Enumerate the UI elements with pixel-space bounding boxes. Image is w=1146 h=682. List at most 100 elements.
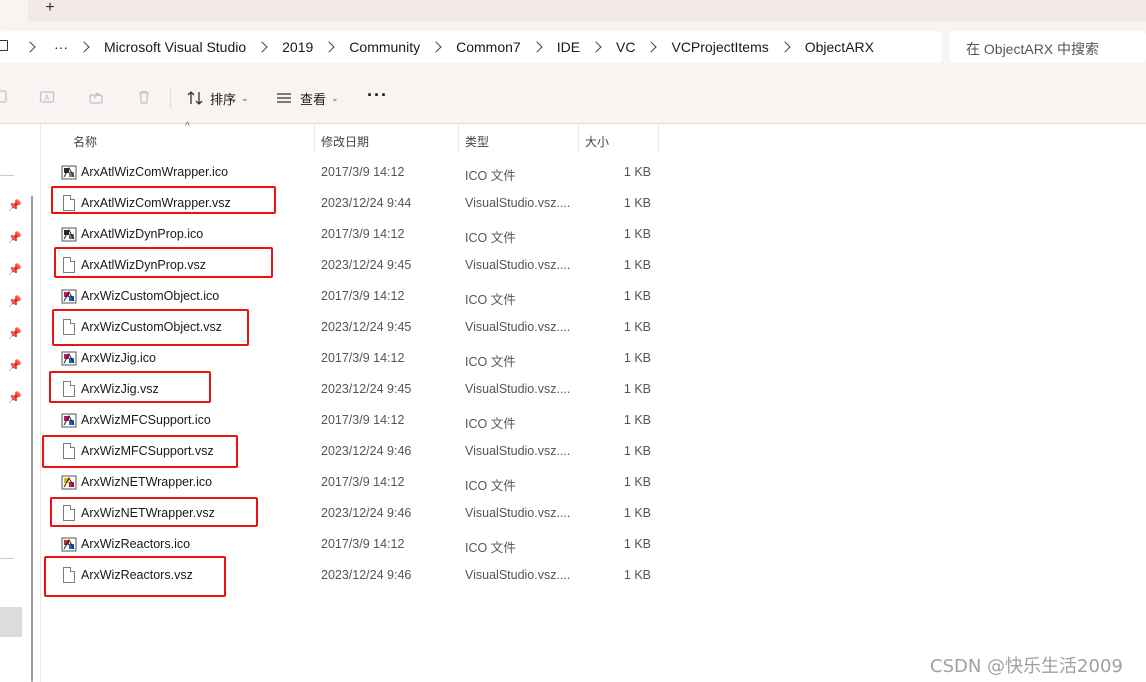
chevron-right-icon[interactable] <box>645 41 658 53</box>
navigation-pane: 📌 📌 📌 📌 📌 📌 📌 <box>0 125 32 682</box>
file-type: ICO 文件 <box>465 541 516 555</box>
watermark: CSDN @快乐生活2009 <box>930 656 1123 677</box>
svg-text:A: A <box>44 94 50 103</box>
chevron-right-icon[interactable] <box>24 41 36 53</box>
file-type: VisualStudio.vsz.... <box>465 506 571 520</box>
chevron-right-icon[interactable] <box>779 41 791 53</box>
pin-icon[interactable]: 📌 <box>8 200 22 212</box>
file-size: 1 KB <box>623 537 651 551</box>
chevron-right-icon[interactable] <box>590 41 602 53</box>
file-type: ICO 文件 <box>465 355 516 369</box>
file-name: ArxWizNETWrapper.ico <box>81 475 213 489</box>
more-options-button[interactable]: ··· <box>367 85 388 106</box>
breadcrumb-item[interactable]: Microsoft Visual Studio <box>104 39 246 55</box>
file-size: 1 KB <box>623 506 651 520</box>
breadcrumb-item[interactable]: Community <box>349 39 420 55</box>
highlight-box <box>44 556 226 597</box>
search-input[interactable]: 在 ObjectARX 中搜索 <box>950 31 1146 63</box>
chevron-right-icon[interactable] <box>531 41 543 53</box>
chevron-right-icon[interactable] <box>430 41 442 53</box>
chevron-right-icon[interactable] <box>78 41 90 53</box>
file-size: 1 KB <box>623 382 651 396</box>
file-type: ICO 文件 <box>465 231 516 245</box>
ico-file-icon <box>61 475 77 490</box>
file-size: 1 KB <box>623 196 651 210</box>
file-row[interactable]: ArxAtlWizDynProp.ico 2017/3/9 14:12 ICO 文件… <box>41 219 661 250</box>
ico-file-icon <box>61 413 77 428</box>
highlight-box <box>42 435 238 468</box>
address-bar[interactable]: ··· Microsoft Visual Studio 2019 Communi… <box>0 31 942 63</box>
active-tab[interactable] <box>0 0 28 22</box>
breadcrumb-item[interactable]: Common7 <box>456 39 521 55</box>
file-name: ArxAtlWizDynProp.ico <box>81 227 204 241</box>
tab-strip: + <box>0 0 1146 22</box>
address-row: ··· Microsoft Visual Studio 2019 Communi… <box>0 22 1146 72</box>
file-type: VisualStudio.vsz.... <box>465 444 571 458</box>
column-header-name[interactable]: 名称 <box>67 125 315 154</box>
file-row[interactable]: ArxWizCustomObject.ico 2017/3/9 14:12 ICO … <box>41 281 661 312</box>
file-row[interactable]: ArxAtlWizComWrapper.ico 2017/3/9 14:12 ICO… <box>41 157 661 188</box>
file-date: 2017/3/9 14:12 <box>321 537 405 551</box>
command-bar: A 排序 ⌄ 查看 ⌄ ··· <box>0 72 1146 124</box>
file-date: 2023/12/24 9:46 <box>321 444 412 458</box>
share-icon[interactable] <box>88 89 104 105</box>
file-date: 2017/3/9 14:12 <box>321 351 405 365</box>
rename-icon[interactable]: A <box>39 89 55 105</box>
new-tab-button[interactable]: + <box>40 0 60 20</box>
nav-divider <box>0 175 14 176</box>
file-name: ArxWizMFCSupport.ico <box>81 413 211 427</box>
file-type: ICO 文件 <box>465 417 516 431</box>
nav-scrollbar[interactable] <box>31 196 33 682</box>
chevron-right-icon[interactable] <box>323 41 335 53</box>
column-header-size[interactable]: 大小 <box>579 125 659 154</box>
breadcrumb-item-current[interactable]: ObjectARX <box>805 39 874 55</box>
pin-icon[interactable]: 📌 <box>8 296 22 308</box>
breadcrumb-item[interactable]: VCProjectItems <box>671 39 768 55</box>
file-type: VisualStudio.vsz.... <box>465 382 571 396</box>
pin-icon[interactable]: 📌 <box>8 328 22 340</box>
file-date: 2017/3/9 14:12 <box>321 475 405 489</box>
breadcrumb-item[interactable]: 2019 <box>282 39 313 55</box>
chevron-down-icon: ⌄ <box>331 92 339 103</box>
pin-icon[interactable]: 📌 <box>8 392 22 404</box>
breadcrumb: ··· Microsoft Visual Studio 2019 Communi… <box>0 31 874 63</box>
sort-button[interactable]: 排序 ⌄ <box>186 85 249 111</box>
file-row[interactable]: ArxWizNETWrapper.ico 2017/3/9 14:12 ICO 文件… <box>41 467 661 498</box>
ico-file-icon <box>61 165 77 180</box>
nav-selected-item[interactable] <box>0 607 22 637</box>
file-row[interactable]: ArxWizJig.ico 2017/3/9 14:12 ICO 文件 1 KB <box>41 343 661 374</box>
chevron-right-icon[interactable] <box>256 41 268 53</box>
pin-icon[interactable]: 📌 <box>8 232 22 244</box>
breadcrumb-overflow[interactable]: ··· <box>54 39 68 55</box>
pin-icon[interactable]: 📌 <box>8 264 22 276</box>
view-button[interactable]: 查看 ⌄ <box>275 85 339 111</box>
view-label: 查看 <box>300 91 327 107</box>
highlight-box <box>51 186 276 214</box>
file-row[interactable]: ArxWizMFCSupport.ico 2017/3/9 14:12 ICO 文件… <box>41 405 661 436</box>
file-size: 1 KB <box>623 289 651 303</box>
toolbar-divider <box>170 88 171 108</box>
file-name: ArxWizCustomObject.ico <box>81 289 220 303</box>
file-date: 2023/12/24 9:44 <box>321 196 412 210</box>
breadcrumb-item[interactable]: VC <box>616 39 635 55</box>
highlight-box <box>49 371 211 403</box>
file-date: 2023/12/24 9:45 <box>321 320 412 334</box>
file-size: 1 KB <box>623 568 651 582</box>
file-date: 2023/12/24 9:45 <box>321 382 412 396</box>
file-size: 1 KB <box>623 351 651 365</box>
file-name: ArxAtlWizComWrapper.ico <box>81 165 229 179</box>
file-type: VisualStudio.vsz.... <box>465 196 571 210</box>
pin-icon[interactable]: 📌 <box>8 360 22 372</box>
column-header-type[interactable]: 类型 <box>459 125 579 154</box>
file-type: ICO 文件 <box>465 479 516 493</box>
view-list-icon <box>277 93 291 103</box>
delete-icon[interactable] <box>136 89 152 105</box>
file-size: 1 KB <box>623 475 651 489</box>
ico-file-icon <box>61 227 77 242</box>
breadcrumb-item[interactable]: IDE <box>557 39 580 55</box>
column-header-date[interactable]: 修改日期 <box>315 125 459 154</box>
file-date: 2017/3/9 14:12 <box>321 413 405 427</box>
file-date: 2023/12/24 9:45 <box>321 258 412 272</box>
copy-icon[interactable] <box>0 89 10 105</box>
ico-file-icon <box>61 537 77 552</box>
